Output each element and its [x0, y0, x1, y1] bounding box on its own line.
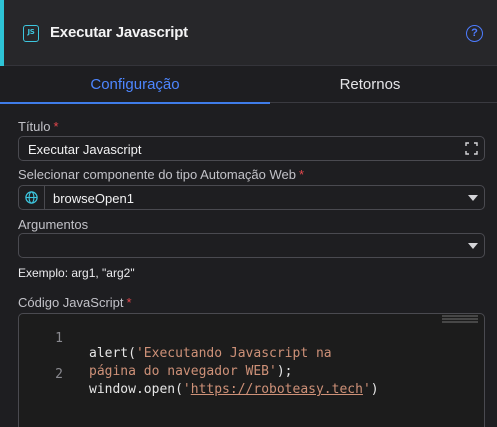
code-line: página do navegador WEB'); — [19, 334, 293, 379]
code-text: ); — [276, 364, 293, 379]
title-input-value: Executar Javascript — [28, 142, 142, 157]
title-field-label: Título * — [18, 119, 59, 134]
code-text: ) — [370, 382, 379, 397]
tab-retornos[interactable]: Retornos — [270, 66, 470, 103]
code-editor[interactable]: 1 alert('Executando Javascript na página… — [18, 313, 485, 427]
required-mark: * — [126, 295, 132, 310]
tab-configuracao-label: Configuração — [90, 76, 180, 93]
code-string: 'Executando Javascript na — [135, 346, 332, 361]
title-input[interactable]: Executar Javascript — [18, 136, 485, 161]
title-label-text: Título — [18, 119, 51, 134]
required-mark: * — [53, 119, 59, 134]
execute-javascript-panel: JS Executar Javascript ? Configuração Re… — [0, 0, 497, 427]
component-label-text: Selecionar componente do tipo Automação … — [18, 167, 296, 182]
help-icon[interactable]: ? — [466, 25, 483, 42]
arguments-example-hint: Exemplo: arg1, "arg2" — [18, 266, 135, 280]
tab-bar: Configuração Retornos — [0, 66, 497, 104]
code-field-label: Código JavaScript * — [18, 295, 132, 310]
js-file-icon: JS — [23, 25, 39, 42]
expand-icon[interactable] — [465, 142, 478, 155]
required-mark: * — [299, 167, 305, 182]
code-label-text: Código JavaScript — [18, 295, 124, 310]
code-line: 2 window.open('https://roboteasy.tech') — [19, 352, 378, 397]
component-select[interactable]: browseOpen1 — [18, 185, 485, 210]
component-field-label: Selecionar componente do tipo Automação … — [18, 167, 304, 182]
code-text: alert( — [89, 346, 136, 361]
active-tab-indicator — [0, 102, 270, 104]
panel-header: JS Executar Javascript ? — [0, 0, 497, 66]
line-number: 2 — [55, 367, 63, 382]
panel-title: Executar Javascript — [50, 24, 188, 41]
arguments-field-label: Argumentos — [18, 217, 89, 232]
code-text: window.open( — [89, 382, 183, 397]
code-link[interactable]: https://roboteasy.tech — [191, 382, 363, 397]
code-line: 1 alert('Executando Javascript na — [19, 316, 331, 361]
component-select-value: browseOpen1 — [53, 191, 134, 206]
tab-configuracao[interactable]: Configuração — [0, 66, 270, 104]
editor-minimap[interactable] — [442, 314, 478, 324]
chevron-down-icon[interactable] — [468, 243, 478, 249]
globe-icon — [19, 186, 45, 209]
chevron-down-icon[interactable] — [468, 195, 478, 201]
header-accent-bar — [0, 0, 4, 66]
arguments-select[interactable] — [18, 233, 485, 258]
code-string: página do navegador WEB' — [89, 364, 277, 379]
tab-retornos-label: Retornos — [339, 76, 401, 93]
